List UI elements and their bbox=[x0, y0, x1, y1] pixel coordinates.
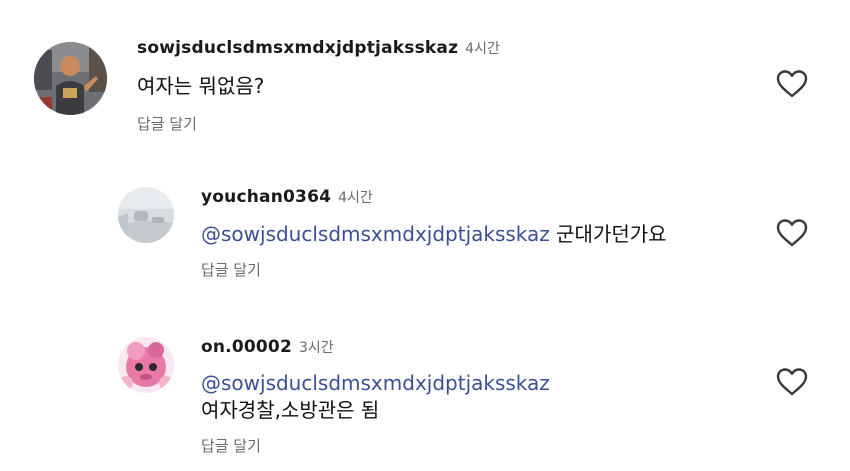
reply-text: @sowjsduclsdmsxmdxjdptjaksskaz 군대가던가요 bbox=[201, 219, 667, 249]
username-link[interactable]: on.00002 bbox=[201, 337, 292, 357]
reply-avatar[interactable] bbox=[118, 337, 174, 393]
like-button[interactable] bbox=[775, 218, 809, 248]
comment-body: 여자경찰,소방관은 됨 bbox=[201, 398, 380, 422]
comment-thread: sowjsduclsdmsxmdxjdptjaksskaz 4시간 여자는 뭐없음… bbox=[0, 0, 850, 471]
heart-outline-icon bbox=[776, 219, 808, 247]
username-link[interactable]: youchan0364 bbox=[201, 187, 331, 207]
avatar[interactable] bbox=[34, 42, 107, 115]
timestamp: 4시간 bbox=[338, 190, 373, 206]
reply-button[interactable]: 답글 달기 bbox=[201, 259, 261, 280]
avatar-photo bbox=[34, 42, 107, 115]
reply-avatar[interactable] bbox=[118, 187, 174, 243]
like-button[interactable] bbox=[775, 367, 809, 397]
comment-item: sowjsduclsdmsxmdxjdptjaksskaz 4시간 여자는 뭐없음… bbox=[0, 0, 850, 150]
avatar-photo bbox=[118, 187, 174, 243]
mention-link[interactable]: @sowjsduclsdmsxmdxjdptjaksskaz bbox=[201, 222, 550, 246]
comment-text: 여자는 뭐없음? bbox=[137, 71, 264, 101]
reply-header: on.00002 3시간 bbox=[201, 339, 334, 356]
comment-body: 군대가던가요 bbox=[556, 222, 667, 246]
reply-button[interactable]: 답글 달기 bbox=[137, 113, 197, 134]
mention-link[interactable]: @sowjsduclsdmsxmdxjdptjaksskaz bbox=[201, 371, 550, 395]
reply-mention-line: @sowjsduclsdmsxmdxjdptjaksskaz bbox=[201, 368, 550, 398]
heart-outline-icon bbox=[776, 368, 808, 396]
heart-outline-icon bbox=[776, 70, 808, 98]
avatar-photo bbox=[118, 337, 174, 393]
comment-body: 여자는 뭐없음? bbox=[137, 74, 265, 98]
reply-button[interactable]: 답글 달기 bbox=[201, 435, 261, 456]
reply-header: youchan0364 4시간 bbox=[201, 189, 373, 206]
timestamp: 4시간 bbox=[465, 41, 500, 57]
username-link[interactable]: sowjsduclsdmsxmdxjdptjaksskaz bbox=[137, 38, 458, 58]
comment-header: sowjsduclsdmsxmdxjdptjaksskaz 4시간 bbox=[137, 40, 500, 57]
timestamp: 3시간 bbox=[298, 340, 334, 356]
reply-text: 여자경찰,소방관은 됨 bbox=[201, 395, 379, 425]
like-button[interactable] bbox=[775, 69, 809, 99]
